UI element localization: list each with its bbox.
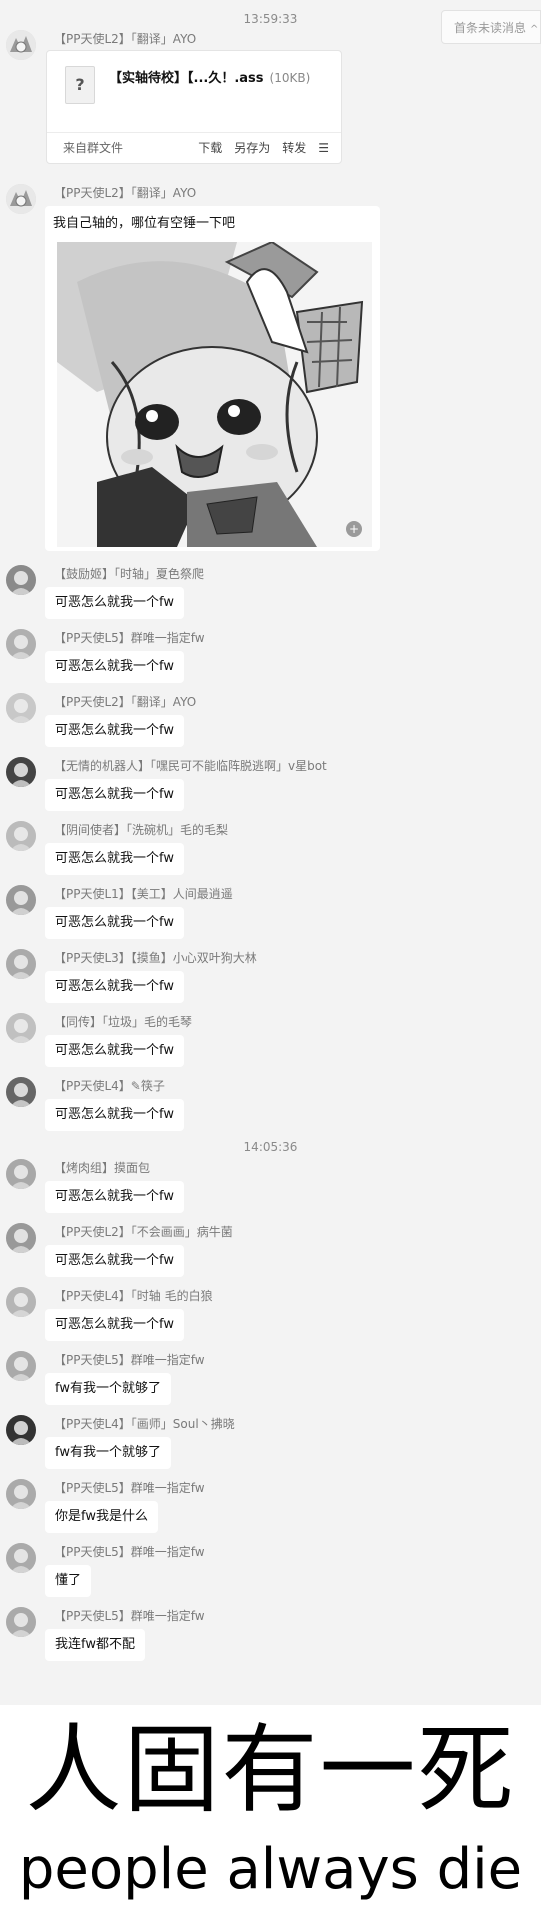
sender-name: 【PP天使L2】「翻译」AYO: [54, 186, 197, 200]
sender-name: 【PP天使L4】「时轴 毛的白狼: [54, 1289, 213, 1303]
file-card[interactable]: ? 【实轴待校】【...久！.ass (10KB) 来自群文件 下载 另存为 转发 ☰: [46, 50, 342, 164]
sender-name: 【PP天使L5】群唯一指定fw: [54, 1353, 205, 1367]
caption-chinese: 人固有一死: [25, 1714, 516, 1826]
sender-name: 【PP天使L1】【美工】人间最逍遥: [54, 887, 233, 901]
avatar[interactable]: [6, 1159, 36, 1189]
avatar[interactable]: [6, 1223, 36, 1253]
file-name: 【实轴待校】【...久！.ass (10KB): [109, 67, 310, 86]
sender-name: 【鼓励姬】「时轴」夏色祭爬: [54, 567, 205, 581]
message-bubble[interactable]: 懂了: [45, 1565, 92, 1597]
chat-message: 【烤肉组】摸面包可恶怎么就我一个fw: [0, 1159, 541, 1219]
sender-name: 【阴间使者】「洗碗机」毛的毛梨: [54, 823, 229, 837]
chat-message: 【PP天使L5】群唯一指定fw 可恶怎么就我一个fw: [0, 629, 541, 689]
unknown-file-icon: ?: [65, 66, 95, 104]
message-bubble[interactable]: 可恶怎么就我一个fw: [45, 779, 184, 811]
chat-message: 【PP天使L5】群唯一指定fw 我连fw都不配: [0, 1607, 541, 1667]
sender-name: 【PP天使L5】群唯一指定fw: [54, 631, 205, 645]
sender-name: 【PP天使L2】「翻译」AYO: [54, 32, 197, 46]
message-bubble[interactable]: 可恶怎么就我一个fw: [45, 907, 184, 939]
avatar[interactable]: [6, 757, 36, 787]
zoom-icon[interactable]: +: [346, 521, 362, 537]
manga-illustration: [57, 242, 372, 547]
chat-message: 【PP天使L1】【美工】人间最逍遥可恶怎么就我一个fw: [0, 885, 541, 945]
chat-message: 【PP天使L4】✎筷子可恶怎么就我一个fw: [0, 1077, 541, 1137]
message-bubble[interactable]: 可恶怎么就我一个fw: [45, 1309, 184, 1341]
message-bubble[interactable]: 可恶怎么就我一个fw: [45, 1099, 184, 1131]
caption-english: people always die: [18, 1837, 523, 1902]
message-bubble[interactable]: fw有我一个就够了: [45, 1373, 171, 1405]
avatar[interactable]: [6, 1287, 36, 1317]
avatar[interactable]: [6, 184, 36, 214]
sender-name: 【PP天使L2】「不会画画」病牛菌: [54, 1225, 233, 1239]
chat-message: 【PP天使L5】群唯一指定fw fw有我一个就够了: [0, 1351, 541, 1411]
avatar[interactable]: [6, 821, 36, 851]
chat-message: 【PP天使L5】群唯一指定fw 懂了: [0, 1543, 541, 1603]
message-bubble[interactable]: 可恶怎么就我一个fw: [45, 1181, 184, 1213]
sender-name: 【PP天使L5】群唯一指定fw: [54, 1609, 205, 1623]
more-menu-icon[interactable]: ☰: [318, 141, 329, 155]
file-name-text: 【实轴待校】【...久！.ass: [109, 71, 264, 86]
message-bubble[interactable]: 可恶怎么就我一个fw: [45, 843, 184, 875]
chat-message: 【无情的机器人】「嘿民可不能临阵脱逃啊」v星bot 可恶怎么就我一个fw: [0, 757, 541, 817]
message-text: 我自己轴的，哪位有空锤一下吧: [53, 216, 236, 231]
avatar[interactable]: [6, 629, 36, 659]
sender-name: 【PP天使L2】「翻译」AYO: [54, 695, 197, 709]
file-source: 来自群文件: [63, 141, 124, 155]
avatar[interactable]: [6, 1607, 36, 1637]
message-bubble[interactable]: 可恶怎么就我一个fw: [45, 715, 184, 747]
avatar[interactable]: [6, 1479, 36, 1509]
manga-character-image[interactable]: +: [57, 242, 372, 547]
sender-name: 【无情的机器人】「嘿民可不能临阵脱逃啊」v星bot: [54, 759, 327, 773]
avatar[interactable]: [6, 1013, 36, 1043]
avatar[interactable]: [6, 949, 36, 979]
message-bubble[interactable]: 可恶怎么就我一个fw: [45, 971, 184, 1003]
avatar[interactable]: [6, 693, 36, 723]
image-bubble[interactable]: 我自己轴的，哪位有空锤一下吧 +: [45, 206, 380, 551]
message-bubble[interactable]: fw有我一个就够了: [45, 1437, 171, 1469]
chat-message: 【PP天使L4】「时轴 毛的白狼可恶怎么就我一个fw: [0, 1287, 541, 1347]
avatar[interactable]: [6, 1415, 36, 1445]
file-footer: 来自群文件 下载 另存为 转发 ☰: [47, 132, 341, 163]
image-message: 【PP天使L2】「翻译」AYO 我自己轴的，哪位有空锤一下吧 +: [0, 184, 541, 559]
avatar[interactable]: [6, 30, 36, 60]
save-as-link[interactable]: 另存为: [234, 141, 270, 155]
message-bubble[interactable]: 你是fw我是什么: [45, 1501, 158, 1533]
avatar[interactable]: [6, 885, 36, 915]
timestamp: 14:05:36: [243, 1140, 298, 1154]
chat-message: 【PP天使L2】「翻译」AYO 可恶怎么就我一个fw: [0, 693, 541, 753]
sender-name: 【PP天使L4】「画师」Soul丶拂晓: [54, 1417, 235, 1431]
chat-message: 【阴间使者】「洗碗机」毛的毛梨可恶怎么就我一个fw: [0, 821, 541, 881]
download-link[interactable]: 下载: [198, 141, 222, 155]
meme-caption: 人固有一死 people always die: [0, 1705, 541, 1912]
sender-name: 【PP天使L5】群唯一指定fw: [54, 1545, 205, 1559]
file-message: 【PP天使L2】「翻译」AYO ? 【实轴待校】【...久！.ass (10KB)…: [0, 30, 541, 165]
chat-panel[interactable]: 首条未读消息 ^ 13:59:33 【PP天使L2】「翻译」AYO ? 【实轴待校…: [0, 0, 541, 1705]
timestamp: 13:59:33: [243, 12, 298, 26]
message-bubble[interactable]: 可恶怎么就我一个fw: [45, 1035, 184, 1067]
message-bubble[interactable]: 可恶怎么就我一个fw: [45, 651, 184, 683]
avatar[interactable]: [6, 1077, 36, 1107]
forward-link[interactable]: 转发: [282, 141, 306, 155]
file-actions: 下载 另存为 转发 ☰: [186, 133, 329, 163]
avatar[interactable]: [6, 1543, 36, 1573]
chat-message: 【同传】「垃圾」毛的毛琴可恶怎么就我一个fw: [0, 1013, 541, 1073]
message-bubble[interactable]: 可恶怎么就我一个fw: [45, 587, 184, 619]
chat-message: 【PP天使L4】「画师」Soul丶拂晓 fw有我一个就够了: [0, 1415, 541, 1475]
avatar[interactable]: [6, 1351, 36, 1381]
chat-message: 【PP天使L5】群唯一指定fw 你是fw我是什么: [0, 1479, 541, 1539]
avatar[interactable]: [6, 565, 36, 595]
sender-name: 【PP天使L5】群唯一指定fw: [54, 1481, 205, 1495]
message-bubble[interactable]: 可恶怎么就我一个fw: [45, 1245, 184, 1277]
message-bubble[interactable]: 我连fw都不配: [45, 1629, 145, 1661]
chat-message: 【鼓励姬】「时轴」夏色祭爬可恶怎么就我一个fw: [0, 565, 541, 625]
file-size: (10KB): [269, 71, 311, 85]
sender-name: 【烤肉组】摸面包: [54, 1161, 151, 1175]
sender-name: 【同传】「垃圾」毛的毛琴: [54, 1015, 193, 1029]
sender-name: 【PP天使L3】【摸鱼】小心双叶狗大林: [54, 951, 257, 965]
sender-name: 【PP天使L4】✎筷子: [54, 1079, 165, 1093]
chat-message: 【PP天使L3】【摸鱼】小心双叶狗大林可恶怎么就我一个fw: [0, 949, 541, 1009]
chat-message: 【PP天使L2】「不会画画」病牛菌可恶怎么就我一个fw: [0, 1223, 541, 1283]
